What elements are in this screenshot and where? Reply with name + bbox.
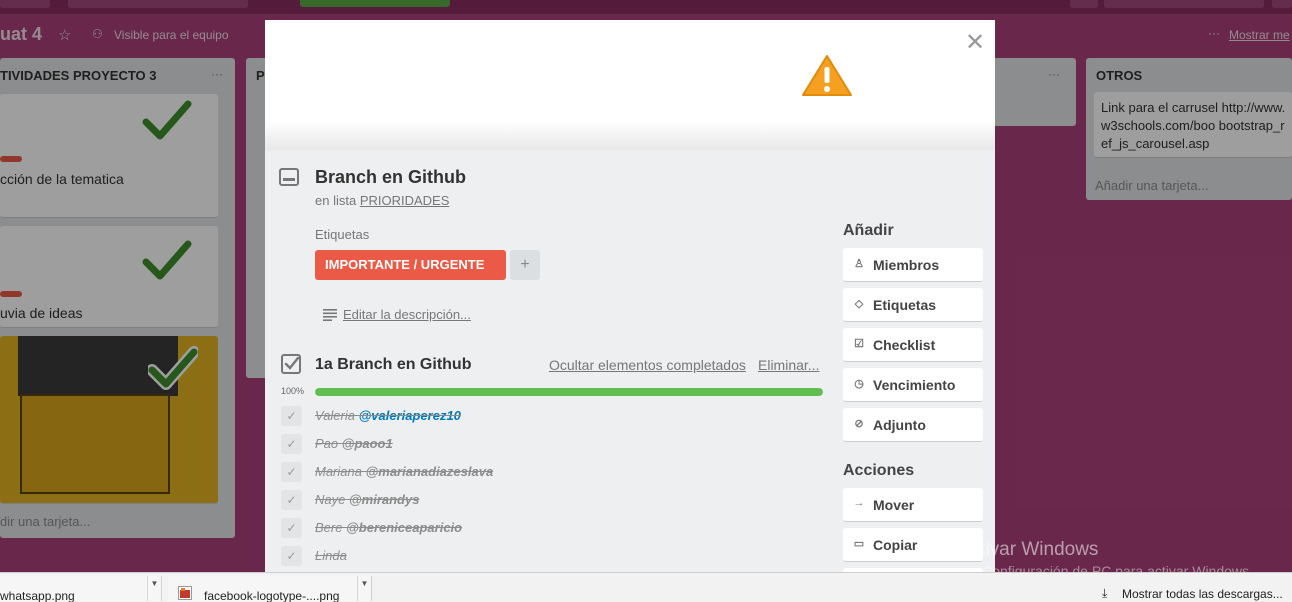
members-button[interactable]: ♙ Miembros	[843, 248, 983, 282]
close-icon[interactable]: ✕	[965, 28, 985, 57]
description-icon	[323, 309, 337, 321]
checkbox-checked-icon[interactable]: ✓	[281, 434, 302, 454]
checklist-item-text[interactable]: Naye @mirandys	[315, 492, 419, 507]
checklist-icon	[281, 354, 301, 374]
progress-bar	[315, 388, 823, 396]
checklist-item-text[interactable]: Bere @bereniceaparicio	[315, 520, 462, 535]
clock-icon: ◷	[854, 378, 864, 390]
delete-checklist-link[interactable]: Eliminar...	[758, 357, 819, 373]
card-detail-modal: ✕ Branch en Github en lista PRIORIDADES …	[265, 20, 995, 572]
show-all-label: Mostrar todas las descargas...	[1122, 587, 1283, 601]
download-item[interactable]: whatsapp.png ▼	[0, 576, 162, 602]
chevron-down-icon[interactable]: ▼	[357, 576, 371, 601]
checklist-item-name: Linda	[315, 548, 347, 563]
checklist-title[interactable]: 1a Branch en Github	[315, 356, 471, 374]
copy-icon: ▭	[853, 538, 865, 550]
in-list-prefix: en lista	[315, 193, 357, 208]
download-item[interactable]: facebook-logotype-....png ▼	[168, 576, 372, 602]
label-badge[interactable]: IMPORTANTE / URGENTE	[315, 250, 506, 280]
checklist-item[interactable]: ✓ Pao @paoo1	[281, 434, 821, 456]
checklist-button[interactable]: ☑ Checklist	[843, 328, 983, 362]
arrow-right-icon: →	[853, 497, 865, 509]
checklist-item-name: Mariana	[315, 464, 362, 479]
attachment-button[interactable]: ⊘ Adjunto	[843, 408, 983, 442]
checklist-item-text[interactable]: Mariana @marianadiazeslava	[315, 464, 493, 479]
checklist-item-text[interactable]: Linda	[315, 548, 347, 563]
button-label: Adjunto	[873, 417, 926, 433]
checklist-item-name: Valeria	[315, 408, 355, 423]
checklist-item-text[interactable]: Valeria @valeriaperez10	[315, 408, 461, 423]
progress-percent: 100%	[281, 386, 305, 396]
button-label: Checklist	[873, 337, 936, 353]
card-icon	[279, 168, 299, 186]
labels-button[interactable]: ◇ Etiquetas	[843, 288, 983, 322]
checklist-item-handle: @marianadiazeslava	[365, 464, 494, 479]
tag-icon: ◇	[854, 298, 864, 310]
checklist-item-handle: @bereniceaparicio	[346, 520, 463, 535]
checklist-item[interactable]: ✓ Naye @mirandys	[281, 490, 821, 512]
checkbox-checked-icon[interactable]: ✓	[281, 462, 302, 482]
list-link[interactable]: PRIORIDADES	[360, 193, 450, 208]
checkbox-checked-icon[interactable]: ✓	[281, 490, 302, 510]
card-cover	[265, 20, 995, 150]
checklist-item-handle[interactable]: @valeriaperez10	[359, 408, 461, 423]
button-label: Miembros	[873, 257, 940, 273]
checklist-item-name: Pao	[315, 436, 339, 451]
labels-heading: Etiquetas	[315, 227, 370, 242]
activation-watermark-title: Activar Windows	[958, 539, 1099, 560]
checklist-item-name: Bere	[315, 520, 343, 535]
button-label: Mover	[873, 497, 915, 513]
checkbox-checked-icon[interactable]: ✓	[281, 406, 302, 426]
button-label: Copiar	[873, 537, 918, 553]
in-list-info: en lista PRIORIDADES	[315, 193, 449, 208]
checklist-item[interactable]: ✓ Linda	[281, 546, 821, 568]
actions-heading: Acciones	[843, 462, 915, 479]
checkbox-checked-icon[interactable]: ✓	[281, 518, 302, 538]
card-title[interactable]: Branch en Github	[315, 167, 466, 188]
progress-bar-fill	[315, 388, 823, 396]
checklist-item[interactable]: ✓ Bere @bereniceaparicio	[281, 518, 821, 540]
download-icon: ⤓	[1102, 586, 1108, 600]
chevron-down-icon[interactable]: ▼	[147, 576, 161, 601]
cover-fade	[265, 120, 995, 150]
button-label: Etiquetas	[873, 297, 937, 313]
checklist-item-handle: @mirandys	[348, 492, 420, 507]
checkbox-icon: ☑	[854, 338, 864, 350]
warning-icon	[798, 51, 856, 99]
move-button[interactable]: → Mover	[843, 488, 983, 522]
download-bar: whatsapp.png ▼ facebook-logotype-....png…	[0, 572, 1292, 602]
edit-description-link[interactable]: Editar la descripción...	[343, 307, 471, 322]
person-icon: ♙	[854, 258, 864, 270]
add-label-button[interactable]: +	[510, 250, 540, 280]
checkbox-checked-icon[interactable]: ✓	[281, 546, 302, 566]
add-heading: Añadir	[843, 222, 894, 239]
hide-completed-link[interactable]: Ocultar elementos completados	[549, 357, 746, 373]
download-filename: whatsapp.png	[0, 589, 75, 602]
due-date-button[interactable]: ◷ Vencimiento	[843, 368, 983, 402]
download-filename: facebook-logotype-....png	[204, 589, 340, 602]
checklist-item-text[interactable]: Pao @paoo1	[315, 436, 393, 451]
checklist-item-handle: @paoo1	[341, 436, 393, 451]
checklist-item[interactable]: ✓ Mariana @marianadiazeslava	[281, 462, 821, 484]
button-label: Vencimiento	[873, 377, 956, 393]
paperclip-icon: ⊘	[854, 418, 864, 430]
checklist-item[interactable]: ✓ Valeria @valeriaperez10	[281, 406, 821, 428]
checklist-item-name: Naye	[315, 492, 346, 507]
image-file-icon	[178, 586, 192, 600]
